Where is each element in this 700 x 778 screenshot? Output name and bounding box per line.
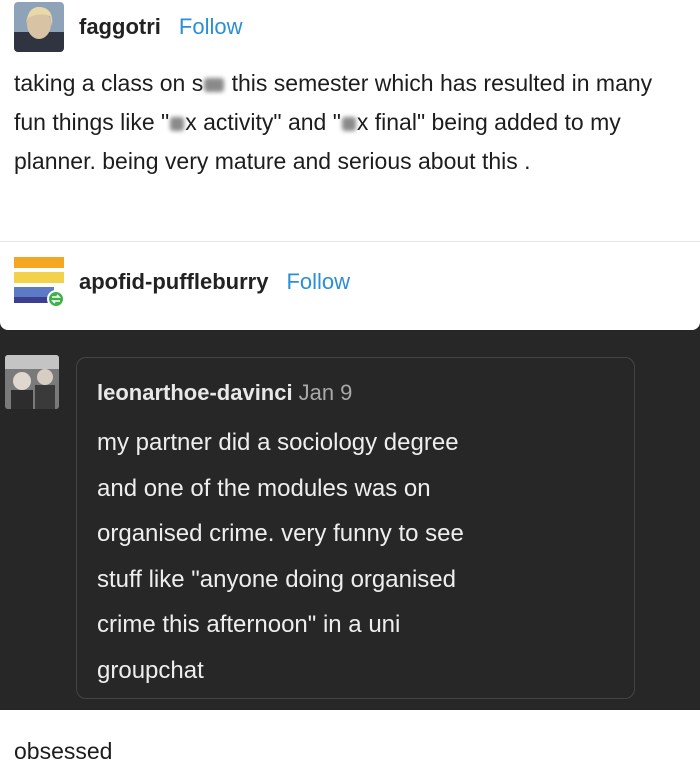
censor-blur [341,116,356,131]
quoted-post-text: my partner did a sociology degree and on… [97,420,617,693]
post-text-segment: x activity" and " [185,109,341,135]
quoted-user-avatar[interactable] [5,355,59,409]
quoted-post-card: leonarthoe-davinci Jan 9 my partner did a… [76,357,635,699]
user-avatar[interactable] [14,2,64,52]
user-avatar[interactable] [14,257,64,307]
reblog-comment: obsessed [14,738,113,764]
post-divider [0,241,700,242]
quoted-date: Jan 9 [298,380,353,405]
follow-button[interactable]: Follow [286,269,350,295]
follow-button[interactable]: Follow [179,14,243,40]
reblog-header: apofid-puffleburry Follow [14,257,350,307]
quoted-line: organised crime. very funny to see [97,520,464,547]
censor-blur [204,77,225,92]
quoted-line: crime this afternoon" in a uni [97,611,401,638]
quoted-line: groupchat [97,656,204,684]
post-header: faggotri Follow [14,2,242,52]
post-body: taking a class on s this semester which … [14,64,684,181]
quoted-line: stuff like "anyone doing organised [97,565,456,593]
username-link[interactable]: apofid-puffleburry [79,269,268,295]
censor-blur [170,116,185,131]
username-link[interactable]: faggotri [79,14,161,40]
panel-edge [0,322,700,330]
quoted-line: my partner did a sociology degree [97,429,459,456]
post-text-segment: taking a class on s [14,70,204,96]
quoted-line: and one of the modules was on [97,474,431,502]
quoted-username[interactable]: leonarthoe-davinci [97,380,293,405]
quoted-post-meta: leonarthoe-davinci Jan 9 [97,380,352,406]
